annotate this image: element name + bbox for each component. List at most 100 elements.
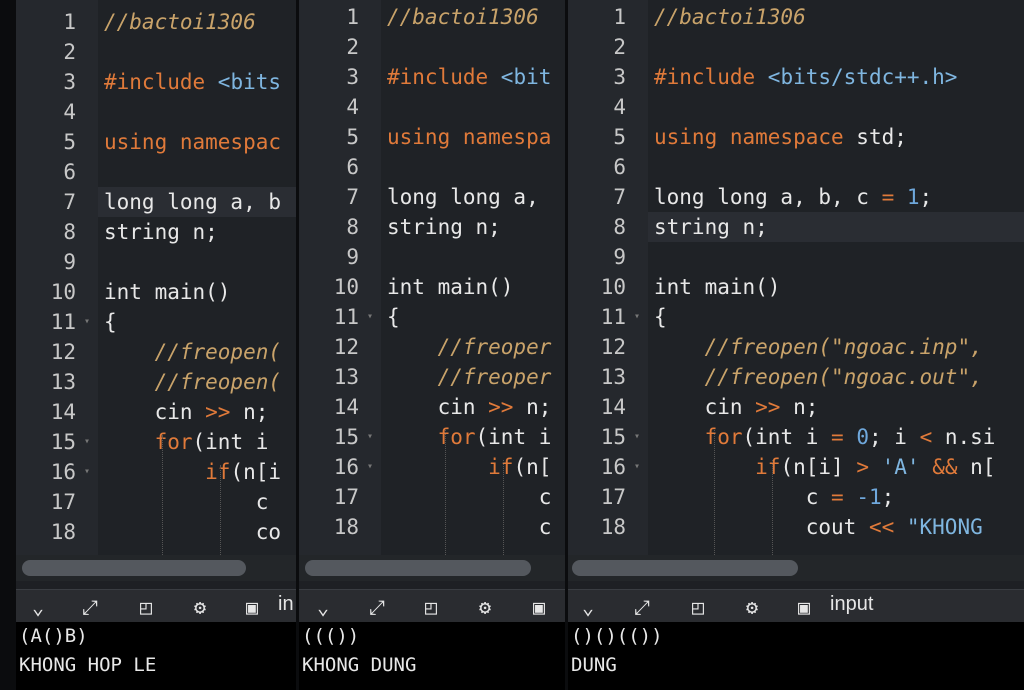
fold-toggle-icon[interactable]: ▾ [634, 302, 640, 332]
fold-toggle-icon[interactable]: ▾ [84, 457, 90, 487]
code-line[interactable]: string n; [98, 217, 296, 247]
code-line[interactable]: cin >> n; [98, 397, 296, 427]
paste-icon[interactable]: ▣ [240, 595, 264, 619]
code-line[interactable]: //freoper [381, 362, 565, 392]
code-line[interactable]: //freopen("ngoac.out", [648, 362, 1024, 392]
code-area[interactable]: //bactoi1306 #include <bits using namespac… [98, 0, 296, 555]
line-number: 14 [333, 395, 359, 419]
code-line[interactable] [98, 157, 296, 187]
code-line[interactable]: //bactoi1306 [98, 7, 296, 37]
code-line[interactable]: long long a, [381, 182, 565, 212]
code-line[interactable]: for(int i [98, 427, 296, 457]
code-line[interactable]: #include <bits [98, 67, 296, 97]
code-line[interactable]: cin >> n; [381, 392, 565, 422]
code-line[interactable]: cout << "KHONG [648, 512, 1024, 542]
code-line[interactable]: { [648, 302, 1024, 332]
code-line[interactable]: for(int i = 0; i < n.si [648, 422, 1024, 452]
indent-guide [162, 435, 163, 555]
code-line[interactable]: //bactoi1306 [381, 2, 565, 32]
expand-icon[interactable]: ⤢ [365, 595, 389, 619]
layout-icon[interactable]: ◰ [419, 595, 443, 619]
code-line[interactable]: int main() [98, 277, 296, 307]
code-line[interactable] [648, 152, 1024, 182]
fold-toggle-icon[interactable]: ▾ [367, 302, 373, 332]
code-line[interactable]: long long a, b, c = 1; [648, 182, 1024, 212]
chevron-down-icon[interactable]: ⌄ [26, 595, 50, 619]
code-line[interactable] [381, 152, 565, 182]
code-line[interactable]: for(int i [381, 422, 565, 452]
code-line[interactable] [648, 242, 1024, 272]
indent-guide [220, 465, 221, 555]
code-line[interactable]: #include <bits/stdc++.h> [648, 62, 1024, 92]
gear-icon[interactable]: ⚙ [740, 595, 764, 619]
code-line[interactable]: //freopen( [98, 367, 296, 397]
horizontal-scrollbar[interactable] [16, 555, 296, 581]
code-line[interactable]: using namespac [98, 127, 296, 157]
code-line[interactable]: int main() [648, 272, 1024, 302]
gear-icon[interactable]: ⚙ [473, 595, 497, 619]
code-token: if [755, 455, 781, 479]
code-line[interactable]: string n; [648, 212, 1024, 242]
code-token: long long a, b, c [654, 185, 882, 209]
code-line[interactable]: //bactoi1306 [648, 2, 1024, 32]
code-line[interactable] [648, 92, 1024, 122]
code-area[interactable]: //bactoi1306 #include <bits/stdc++.h> usin… [648, 0, 1024, 555]
code-line[interactable]: c = -1; [648, 482, 1024, 512]
fold-toggle-icon[interactable]: ▾ [367, 422, 373, 452]
fold-toggle-icon[interactable]: ▾ [84, 307, 90, 337]
fold-toggle-icon[interactable]: ▾ [84, 427, 90, 457]
chevron-down-icon[interactable]: ⌄ [311, 595, 335, 619]
code-line[interactable]: //freoper [381, 332, 565, 362]
code-line[interactable]: { [98, 307, 296, 337]
expand-icon[interactable]: ⤢ [630, 595, 654, 619]
layout-icon[interactable]: ◰ [134, 595, 158, 619]
code-line[interactable]: if(n[i [98, 457, 296, 487]
console-input-label[interactable]: in [278, 593, 294, 616]
console-input-label[interactable]: input [830, 593, 873, 616]
scrollbar-thumb[interactable] [305, 560, 531, 576]
code-line[interactable]: { [381, 302, 565, 332]
code-line[interactable] [98, 37, 296, 67]
code-line[interactable]: co [98, 517, 296, 547]
line-number: 6 [613, 155, 626, 179]
code-line[interactable]: string n; [381, 212, 565, 242]
chevron-down-icon[interactable]: ⌄ [576, 595, 600, 619]
code-line[interactable]: using namespa [381, 122, 565, 152]
code-line[interactable]: //freopen( [98, 337, 296, 367]
scrollbar-thumb[interactable] [572, 560, 798, 576]
scrollbar-thumb[interactable] [22, 560, 246, 576]
console-result-text: DUNG [571, 654, 617, 676]
code-line[interactable]: using namespace std; [648, 122, 1024, 152]
expand-icon[interactable]: ⤢ [78, 595, 102, 619]
fold-toggle-icon[interactable]: ▾ [367, 452, 373, 482]
horizontal-scrollbar[interactable] [568, 555, 1024, 581]
code-line[interactable]: cin >> n; [648, 392, 1024, 422]
code-line[interactable] [381, 92, 565, 122]
code-line[interactable]: if(n[i] > 'A' && n[ [648, 452, 1024, 482]
code-line[interactable] [98, 97, 296, 127]
code-line[interactable]: #include <bit [381, 62, 565, 92]
code-line[interactable] [98, 247, 296, 277]
paste-icon[interactable]: ▣ [527, 595, 551, 619]
console-toolbar: ⌄ ⤢ ◰ ⚙ ▣ in [16, 589, 296, 623]
code-line[interactable] [381, 242, 565, 272]
code-line[interactable] [648, 32, 1024, 62]
code-line[interactable]: c [381, 482, 565, 512]
layout-icon[interactable]: ◰ [686, 595, 710, 619]
code-line[interactable]: //freopen("ngoac.inp", [648, 332, 1024, 362]
code-line[interactable]: c [381, 512, 565, 542]
horizontal-scrollbar[interactable] [299, 555, 565, 581]
paste-icon[interactable]: ▣ [792, 595, 816, 619]
code-line[interactable]: if(n[ [381, 452, 565, 482]
gear-icon[interactable]: ⚙ [188, 595, 212, 619]
code-line[interactable]: long long a, b [98, 187, 296, 217]
fold-toggle-icon[interactable]: ▾ [634, 452, 640, 482]
code-line[interactable] [381, 32, 565, 62]
code-line[interactable]: c [98, 487, 296, 517]
fold-toggle-icon[interactable]: ▾ [634, 422, 640, 452]
code-token: (int i [475, 425, 552, 449]
code-area[interactable]: //bactoi1306 #include <bit using namespa lo… [381, 0, 565, 555]
code-line[interactable]: int main() [381, 272, 565, 302]
code-token: //freopen("ngoac.out", [704, 365, 983, 389]
